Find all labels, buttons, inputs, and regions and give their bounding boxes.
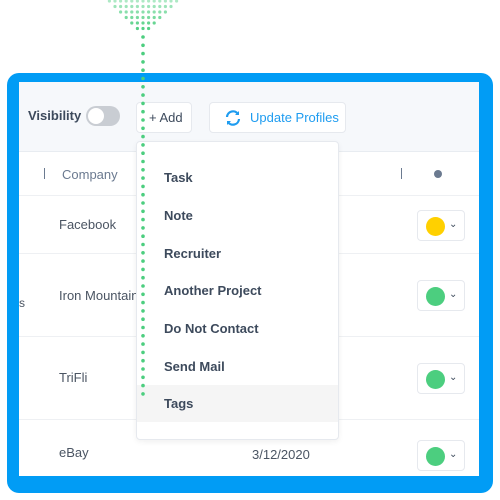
- guide-dot: [141, 10, 145, 14]
- guide-dot: [130, 10, 134, 14]
- guide-dot: [141, 334, 145, 338]
- guide-dot: [113, 4, 117, 9]
- dotted-guide-line: [107, 0, 179, 396]
- guide-dot: [141, 159, 145, 164]
- guide-dot: [147, 0, 151, 3]
- guide-dot: [158, 0, 162, 3]
- guide-dot: [141, 93, 145, 97]
- guide-dot: [141, 85, 145, 89]
- guide-dot: [141, 101, 145, 106]
- guide-dot: [141, 392, 145, 396]
- guide-dot: [135, 26, 139, 31]
- guide-dot: [141, 234, 145, 238]
- guide-dot: [141, 375, 145, 380]
- guide-dot: [141, 242, 145, 247]
- guide-dot: [119, 10, 123, 14]
- guide-dot: [141, 292, 145, 297]
- guide-dot: [141, 367, 145, 371]
- guide-dot: [152, 4, 156, 9]
- guide-dot: [141, 35, 145, 39]
- guide-dot: [141, 350, 145, 355]
- guide-dot: [141, 192, 145, 197]
- guide-dot: [147, 26, 151, 31]
- guide-dot: [130, 15, 134, 20]
- guide-dot: [158, 4, 162, 9]
- guide-dot: [141, 251, 145, 255]
- guide-dot: [152, 15, 156, 20]
- guide-dot: [141, 309, 145, 313]
- guide-dot: [135, 4, 139, 9]
- guide-dot: [141, 168, 145, 172]
- guide-dot: [141, 217, 145, 222]
- guide-dot: [141, 151, 145, 155]
- guide-dot: [141, 267, 145, 272]
- guide-dot: [124, 0, 128, 3]
- guide-dot: [141, 201, 145, 205]
- guide-dot: [130, 21, 134, 25]
- guide-dot: [147, 15, 151, 20]
- guide-dot: [124, 4, 128, 9]
- guide-dot: [141, 0, 145, 3]
- guide-dot: [135, 10, 139, 14]
- guide-dot: [141, 176, 145, 180]
- guide-dot: [141, 76, 145, 81]
- guide-dot: [163, 0, 167, 3]
- guide-dot: [163, 4, 167, 9]
- guide-dot: [158, 10, 162, 14]
- guide-dot: [158, 15, 162, 20]
- guide-dot: [141, 4, 145, 9]
- guide-dot: [141, 126, 145, 131]
- guide-dot: [141, 51, 145, 56]
- guide-dot: [141, 358, 145, 363]
- guide-dot: [141, 300, 145, 305]
- guide-dot: [124, 10, 128, 14]
- guide-dot: [141, 143, 145, 147]
- guide-dot: [141, 21, 145, 25]
- guide-dot: [135, 0, 139, 3]
- guide-dot: [119, 4, 123, 9]
- guide-dot: [152, 21, 156, 25]
- guide-dot: [169, 4, 173, 9]
- guide-dot: [152, 10, 156, 14]
- guide-dot: [141, 43, 145, 48]
- guide-dot: [135, 15, 139, 20]
- guide-dot: [124, 15, 128, 20]
- guide-dot: [141, 209, 145, 214]
- guide-dot: [141, 259, 145, 263]
- guide-dot: [147, 21, 151, 25]
- guide-dot: [141, 226, 145, 230]
- guide-dot: [163, 10, 167, 14]
- guide-dot: [130, 4, 134, 9]
- guide-dot: [175, 0, 179, 3]
- guide-dot: [113, 0, 117, 3]
- guide-dot: [135, 21, 139, 25]
- guide-dot: [141, 325, 145, 330]
- guide-dot: [141, 383, 145, 388]
- guide-dot: [169, 0, 173, 3]
- guide-dot: [141, 284, 145, 288]
- guide-dot: [141, 26, 145, 31]
- guide-dot: [119, 0, 123, 3]
- guide-dot: [141, 68, 145, 72]
- guide-dot: [141, 109, 145, 114]
- guide-dot: [147, 4, 151, 9]
- guide-dot: [141, 342, 145, 346]
- guide-dot: [141, 60, 145, 64]
- guide-dot: [141, 15, 145, 20]
- guide-dot: [141, 317, 145, 322]
- guide-dot: [141, 275, 145, 280]
- guide-dot: [141, 184, 145, 189]
- guide-dot: [141, 118, 145, 122]
- guide-dot: [147, 10, 151, 14]
- guide-dot: [130, 0, 134, 3]
- guide-dot: [107, 0, 111, 3]
- guide-dot: [152, 0, 156, 3]
- guide-dot: [141, 134, 145, 139]
